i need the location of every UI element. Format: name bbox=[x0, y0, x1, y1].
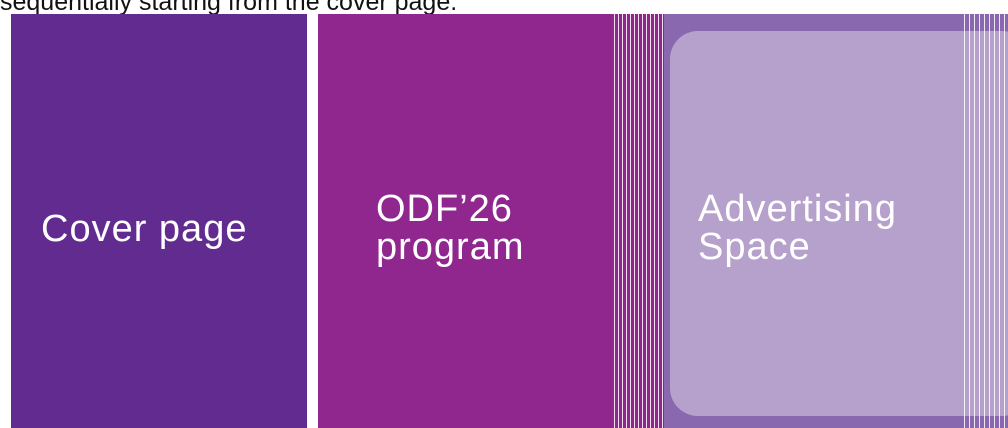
cover-page-label: Cover page bbox=[41, 208, 248, 250]
program-panel-stripes bbox=[614, 14, 664, 428]
program-label-line1: ODF’26 bbox=[376, 188, 513, 230]
advertising-label-line2: Space bbox=[698, 226, 811, 268]
cover-page-panel: Cover page bbox=[11, 14, 307, 428]
advertising-space-panel: Advertising Space bbox=[664, 14, 1008, 428]
program-label-line2: program bbox=[376, 226, 525, 268]
advertising-panel-stripes bbox=[964, 14, 1008, 428]
program-label: ODF’26 program bbox=[376, 190, 525, 266]
advertising-space-label: Advertising Space bbox=[698, 190, 897, 266]
program-panel: ODF’26 program bbox=[318, 14, 664, 428]
advertising-label-line1: Advertising bbox=[698, 188, 897, 230]
